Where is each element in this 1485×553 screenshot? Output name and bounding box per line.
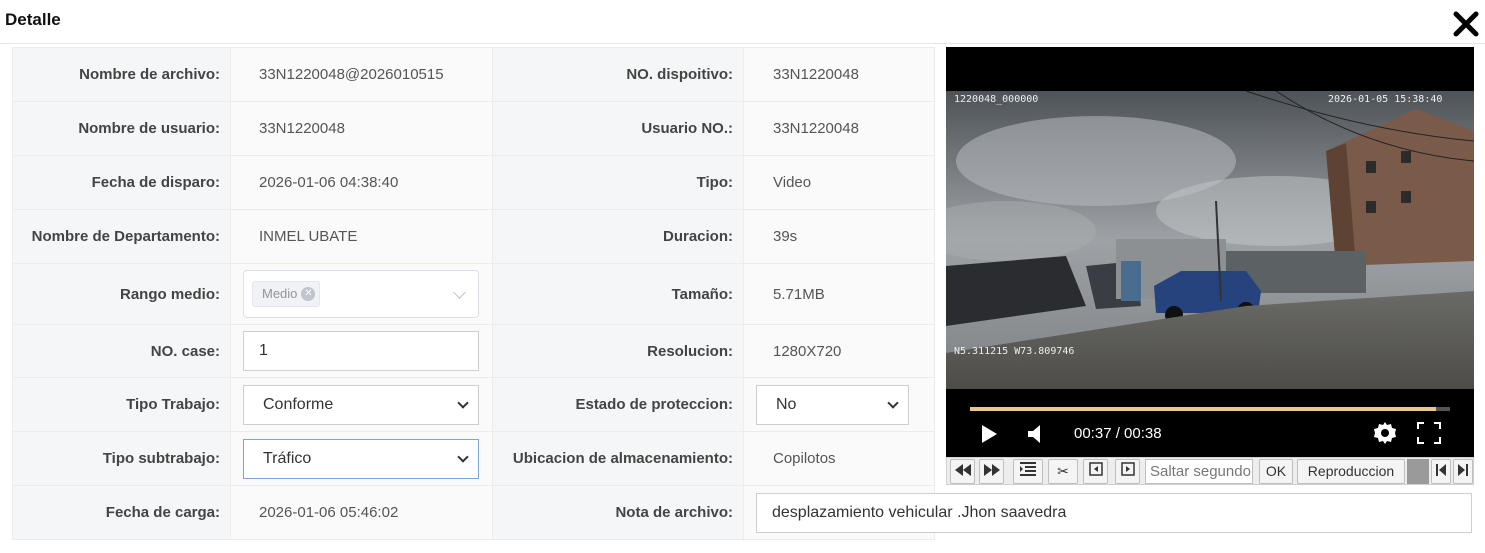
upload-date-value: 2026-01-06 05:46:02 (230, 485, 493, 540)
chevron-down-icon (457, 396, 469, 409)
chevron-down-icon (453, 286, 466, 299)
case-no-label: NO. case: (12, 324, 231, 378)
storage-label: Ubicacion de almacenamiento: (492, 431, 744, 486)
storage-value: Copilotos (743, 431, 935, 486)
video-scene (946, 91, 1474, 389)
list-icon[interactable] (1013, 459, 1043, 484)
resolution-label: Resolucion: (492, 324, 744, 378)
chevron-down-icon (887, 396, 899, 409)
work-type-select[interactable]: Conforme (243, 384, 479, 425)
trigger-date-value: 2026-01-06 04:38:40 (230, 155, 493, 210)
duration-value: 39s (743, 209, 935, 264)
size-label: Tamaño: (492, 263, 744, 325)
note-input[interactable]: desplazamiento vehicular .Jhon saavedra (756, 492, 1472, 533)
resolution-value: 1280X720 (743, 324, 935, 378)
rewind-icon[interactable] (950, 459, 975, 484)
close-icon[interactable] (1452, 10, 1480, 38)
trigger-date-label: Fecha de disparo: (12, 155, 231, 210)
upload-date-label: Fecha de carga: (12, 485, 231, 540)
case-no-input[interactable]: 1 (243, 331, 479, 371)
protection-value: No (776, 395, 797, 413)
work-subtype-value: Tráfico (263, 449, 312, 467)
device-no-label: NO. dispoitivo: (492, 47, 744, 102)
department-value: INMEL UBATE (230, 209, 493, 264)
chevron-down-icon (457, 450, 469, 463)
skip-end-icon[interactable] (1453, 459, 1473, 484)
work-subtype-select[interactable]: Tráfico (243, 438, 479, 479)
size-value: 5.71MB (743, 263, 935, 325)
user-name-label: Nombre de usuario: (12, 101, 231, 156)
note-label: Nota de archivo: (492, 485, 744, 540)
prev-frame-icon[interactable] (1083, 459, 1108, 484)
work-type-label: Tipo Trabajo: (12, 377, 231, 432)
detail-table: Nombre de archivo: 33N1220048@2026010515… (12, 47, 1472, 540)
video-frame[interactable]: 1220048_000000 2026-01-05 15:38:40 N5.31… (946, 91, 1474, 389)
scissors-icon[interactable]: ✂ (1048, 459, 1078, 484)
user-no-value: 33N1220048 (743, 101, 935, 156)
skip-start-icon[interactable] (1431, 459, 1451, 484)
osd-device-id: 1220048_000000 (954, 94, 1039, 105)
work-type-value: Conforme (263, 395, 334, 413)
user-no-label: Usuario NO.: (492, 101, 744, 156)
osd-gps: N5.311215 W73.809746 (954, 346, 1075, 357)
dialog-title: Detalle (5, 10, 61, 29)
fullscreen-icon[interactable] (1417, 422, 1441, 444)
progress-fill (970, 407, 1436, 411)
type-value: Video (743, 155, 935, 210)
fast-forward-icon[interactable] (979, 459, 1004, 484)
tag-remove-icon[interactable]: ✕ (301, 287, 316, 301)
toolbar-divider (1407, 459, 1429, 484)
volume-icon[interactable] (1026, 424, 1044, 444)
department-label: Nombre de Departamento: (12, 209, 231, 264)
duration-label: Duracion: (492, 209, 744, 264)
play-icon[interactable] (980, 424, 998, 444)
playback-button[interactable]: Reproduccion (1297, 459, 1405, 484)
next-frame-icon[interactable] (1115, 459, 1140, 484)
gear-icon[interactable] (1373, 421, 1397, 445)
seek-seconds-input[interactable]: Saltar segundo (1145, 459, 1253, 484)
protection-select[interactable]: No (756, 384, 909, 425)
osd-timestamp: 2026-01-05 15:38:40 (1328, 94, 1443, 105)
media-range-tag: Medio ✕ (252, 281, 321, 307)
video-player[interactable]: 1220048_000000 2026-01-05 15:38:40 N5.31… (946, 47, 1474, 457)
player-toolbar: ✂ Saltar segundo OK Reproduccion (946, 457, 1474, 485)
media-range-tag-label: Medio (262, 286, 298, 301)
progress-bar[interactable] (970, 407, 1450, 411)
media-range-select[interactable]: Medio ✕ (243, 270, 479, 318)
time-display: 00:37 / 00:38 (1074, 425, 1162, 442)
protection-label: Estado de proteccion: (492, 377, 744, 432)
type-label: Tipo: (492, 155, 744, 210)
file-name-value: 33N1220048@2026010515 (230, 47, 493, 102)
work-subtype-label: Tipo subtrabajo: (12, 431, 231, 486)
dialog-header: Detalle (0, 0, 1485, 44)
device-no-value: 33N1220048 (743, 47, 935, 102)
ok-button[interactable]: OK (1259, 459, 1293, 484)
user-name-value: 33N1220048 (230, 101, 493, 156)
file-name-label: Nombre de archivo: (12, 47, 231, 102)
media-range-label: Rango medio: (12, 263, 231, 325)
